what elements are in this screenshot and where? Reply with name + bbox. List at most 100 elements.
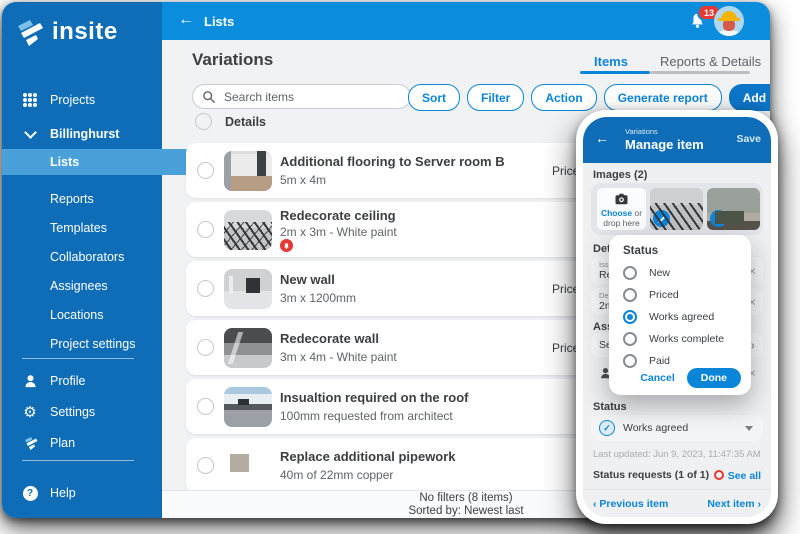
- item-photo-thumbnail: [224, 210, 272, 250]
- sidebar-item-label: Billinghurst: [50, 127, 119, 141]
- choose-image-dropzone[interactable]: Choose ordrop here: [597, 188, 646, 230]
- save-button[interactable]: Save: [736, 133, 761, 145]
- search-input-wrap: [192, 84, 411, 109]
- help-icon: ?: [22, 486, 38, 501]
- phone-breadcrumb: Variations: [625, 127, 658, 136]
- next-item-button[interactable]: Next item ›: [707, 498, 761, 510]
- status-option-works-agreed[interactable]: Works agreed: [623, 307, 743, 327]
- camera-icon: [614, 193, 629, 205]
- sort-button[interactable]: Sort: [408, 84, 460, 111]
- radio-icon[interactable]: [623, 288, 637, 302]
- notifications-button[interactable]: 13: [689, 11, 706, 35]
- item-photo-thumbnail: [224, 328, 272, 368]
- brand-name: insite: [52, 18, 118, 46]
- radio-label: Priced: [649, 289, 679, 301]
- status-request-alert-icon: [714, 470, 724, 480]
- see-all-link[interactable]: See all: [728, 470, 761, 482]
- status-option-works-complete[interactable]: Works complete: [623, 329, 743, 349]
- sidebar-item-profile[interactable]: Profile: [2, 368, 162, 394]
- status-option-priced[interactable]: Priced: [623, 285, 743, 305]
- edit-image-button[interactable]: [653, 210, 670, 227]
- active-tab-underline: [580, 71, 650, 74]
- radio-icon[interactable]: [623, 332, 637, 346]
- item-subtitle: 5m x 4m: [280, 173, 326, 187]
- generate-report-button[interactable]: Generate report: [604, 84, 722, 111]
- row-checkbox[interactable]: [197, 457, 214, 474]
- select-all-checkbox[interactable]: [195, 113, 212, 130]
- image-thumbnail[interactable]: [650, 188, 703, 230]
- pencil-icon: [657, 214, 666, 223]
- user-avatar[interactable]: [714, 6, 744, 36]
- topbar-title: Lists: [204, 14, 234, 29]
- sidebar-divider: [22, 460, 134, 461]
- row-checkbox[interactable]: [197, 280, 214, 297]
- item-subtitle: 3m x 1200mm: [280, 291, 356, 305]
- phone-title: Manage item: [625, 137, 704, 152]
- item-photo-thumbnail: [224, 151, 272, 191]
- edit-image-button[interactable]: [710, 210, 727, 227]
- projects-grid-icon: [22, 93, 38, 107]
- sidebar-item-assignees[interactable]: Assignees: [2, 273, 210, 299]
- status-dropdown[interactable]: ✓ Works agreed: [591, 415, 763, 441]
- sidebar-item-templates[interactable]: Templates: [2, 215, 210, 241]
- sidebar-item-locations[interactable]: Locations: [2, 302, 210, 328]
- check-circle-icon: ✓: [599, 420, 615, 436]
- radio-label: Works complete: [649, 333, 724, 345]
- avatar-hardhat-brim: [718, 18, 740, 21]
- sidebar-item-projects[interactable]: Projects: [2, 87, 162, 113]
- sidebar-item-label: Plan: [50, 436, 75, 450]
- list-header-label: Details: [225, 115, 266, 129]
- page-title: Variations: [192, 50, 273, 70]
- sidebar-item-reports[interactable]: Reports: [2, 186, 210, 212]
- choose-link[interactable]: Choose: [601, 208, 632, 218]
- sidebar-item-label: Reports: [50, 192, 94, 206]
- chevron-down-icon: [22, 131, 38, 137]
- item-title: New wall: [280, 272, 335, 287]
- list-header: Details: [195, 113, 266, 130]
- row-checkbox[interactable]: [197, 398, 214, 415]
- sidebar-item-collaborators[interactable]: Collaborators: [2, 244, 210, 270]
- search-icon: [202, 90, 216, 104]
- sidebar-item-label: Settings: [50, 405, 95, 419]
- item-subtitle: 100mm requested from architect: [280, 409, 453, 423]
- sidebar-item-help[interactable]: ? Help: [2, 480, 162, 506]
- phone-screen: ← Variations Manage item Save Images (2)…: [583, 117, 771, 517]
- radio-selected-icon[interactable]: [623, 310, 637, 324]
- back-arrow-icon[interactable]: ←: [178, 11, 194, 29]
- tab-items[interactable]: Items: [594, 54, 628, 69]
- row-checkbox[interactable]: [197, 221, 214, 238]
- sidebar-item-plan[interactable]: Plan: [2, 430, 162, 456]
- radio-icon[interactable]: [623, 354, 637, 368]
- sidebar-item-lists[interactable]: Lists: [2, 149, 200, 175]
- item-title: Insualtion required on the roof: [280, 390, 469, 405]
- filter-button[interactable]: Filter: [467, 84, 524, 111]
- modal-title: Status: [623, 245, 658, 257]
- sidebar-item-billinghurst[interactable]: Billinghurst: [2, 121, 162, 147]
- row-checkbox[interactable]: [197, 162, 214, 179]
- status-option-new[interactable]: New: [623, 263, 743, 283]
- row-checkbox[interactable]: [197, 339, 214, 356]
- sidebar-item-project-settings[interactable]: Project settings: [2, 331, 210, 357]
- previous-item-button[interactable]: ‹ Previous item: [593, 498, 668, 510]
- top-bar: ← Lists 13: [162, 2, 770, 40]
- radio-icon[interactable]: [623, 266, 637, 280]
- last-updated-text: Last updated: Jun 9, 2023, 11:47:35 AM: [593, 449, 761, 460]
- action-button[interactable]: Action: [531, 84, 596, 111]
- radio-label: Works agreed: [649, 311, 714, 323]
- plan-logo-icon: [22, 435, 38, 451]
- sidebar-item-label: Profile: [50, 374, 85, 388]
- add-items-button[interactable]: Add items: [729, 84, 770, 111]
- done-button[interactable]: Done: [687, 368, 741, 388]
- item-title: Redecorate ceiling: [280, 208, 396, 223]
- item-title: Redecorate wall: [280, 331, 379, 346]
- chevron-right-icon[interactable]: ›: [751, 338, 755, 353]
- sidebar-item-label: Assignees: [50, 279, 108, 293]
- image-thumbnail[interactable]: [707, 188, 760, 230]
- sidebar-item-settings[interactable]: ⚙ Settings: [2, 399, 162, 425]
- caret-down-icon: [745, 426, 753, 431]
- tab-reports-details[interactable]: Reports & Details: [660, 54, 761, 69]
- brand-logo[interactable]: insite: [14, 16, 118, 48]
- back-arrow-icon[interactable]: ←: [595, 130, 609, 146]
- search-input[interactable]: [222, 89, 386, 105]
- cancel-button[interactable]: Cancel: [640, 372, 674, 384]
